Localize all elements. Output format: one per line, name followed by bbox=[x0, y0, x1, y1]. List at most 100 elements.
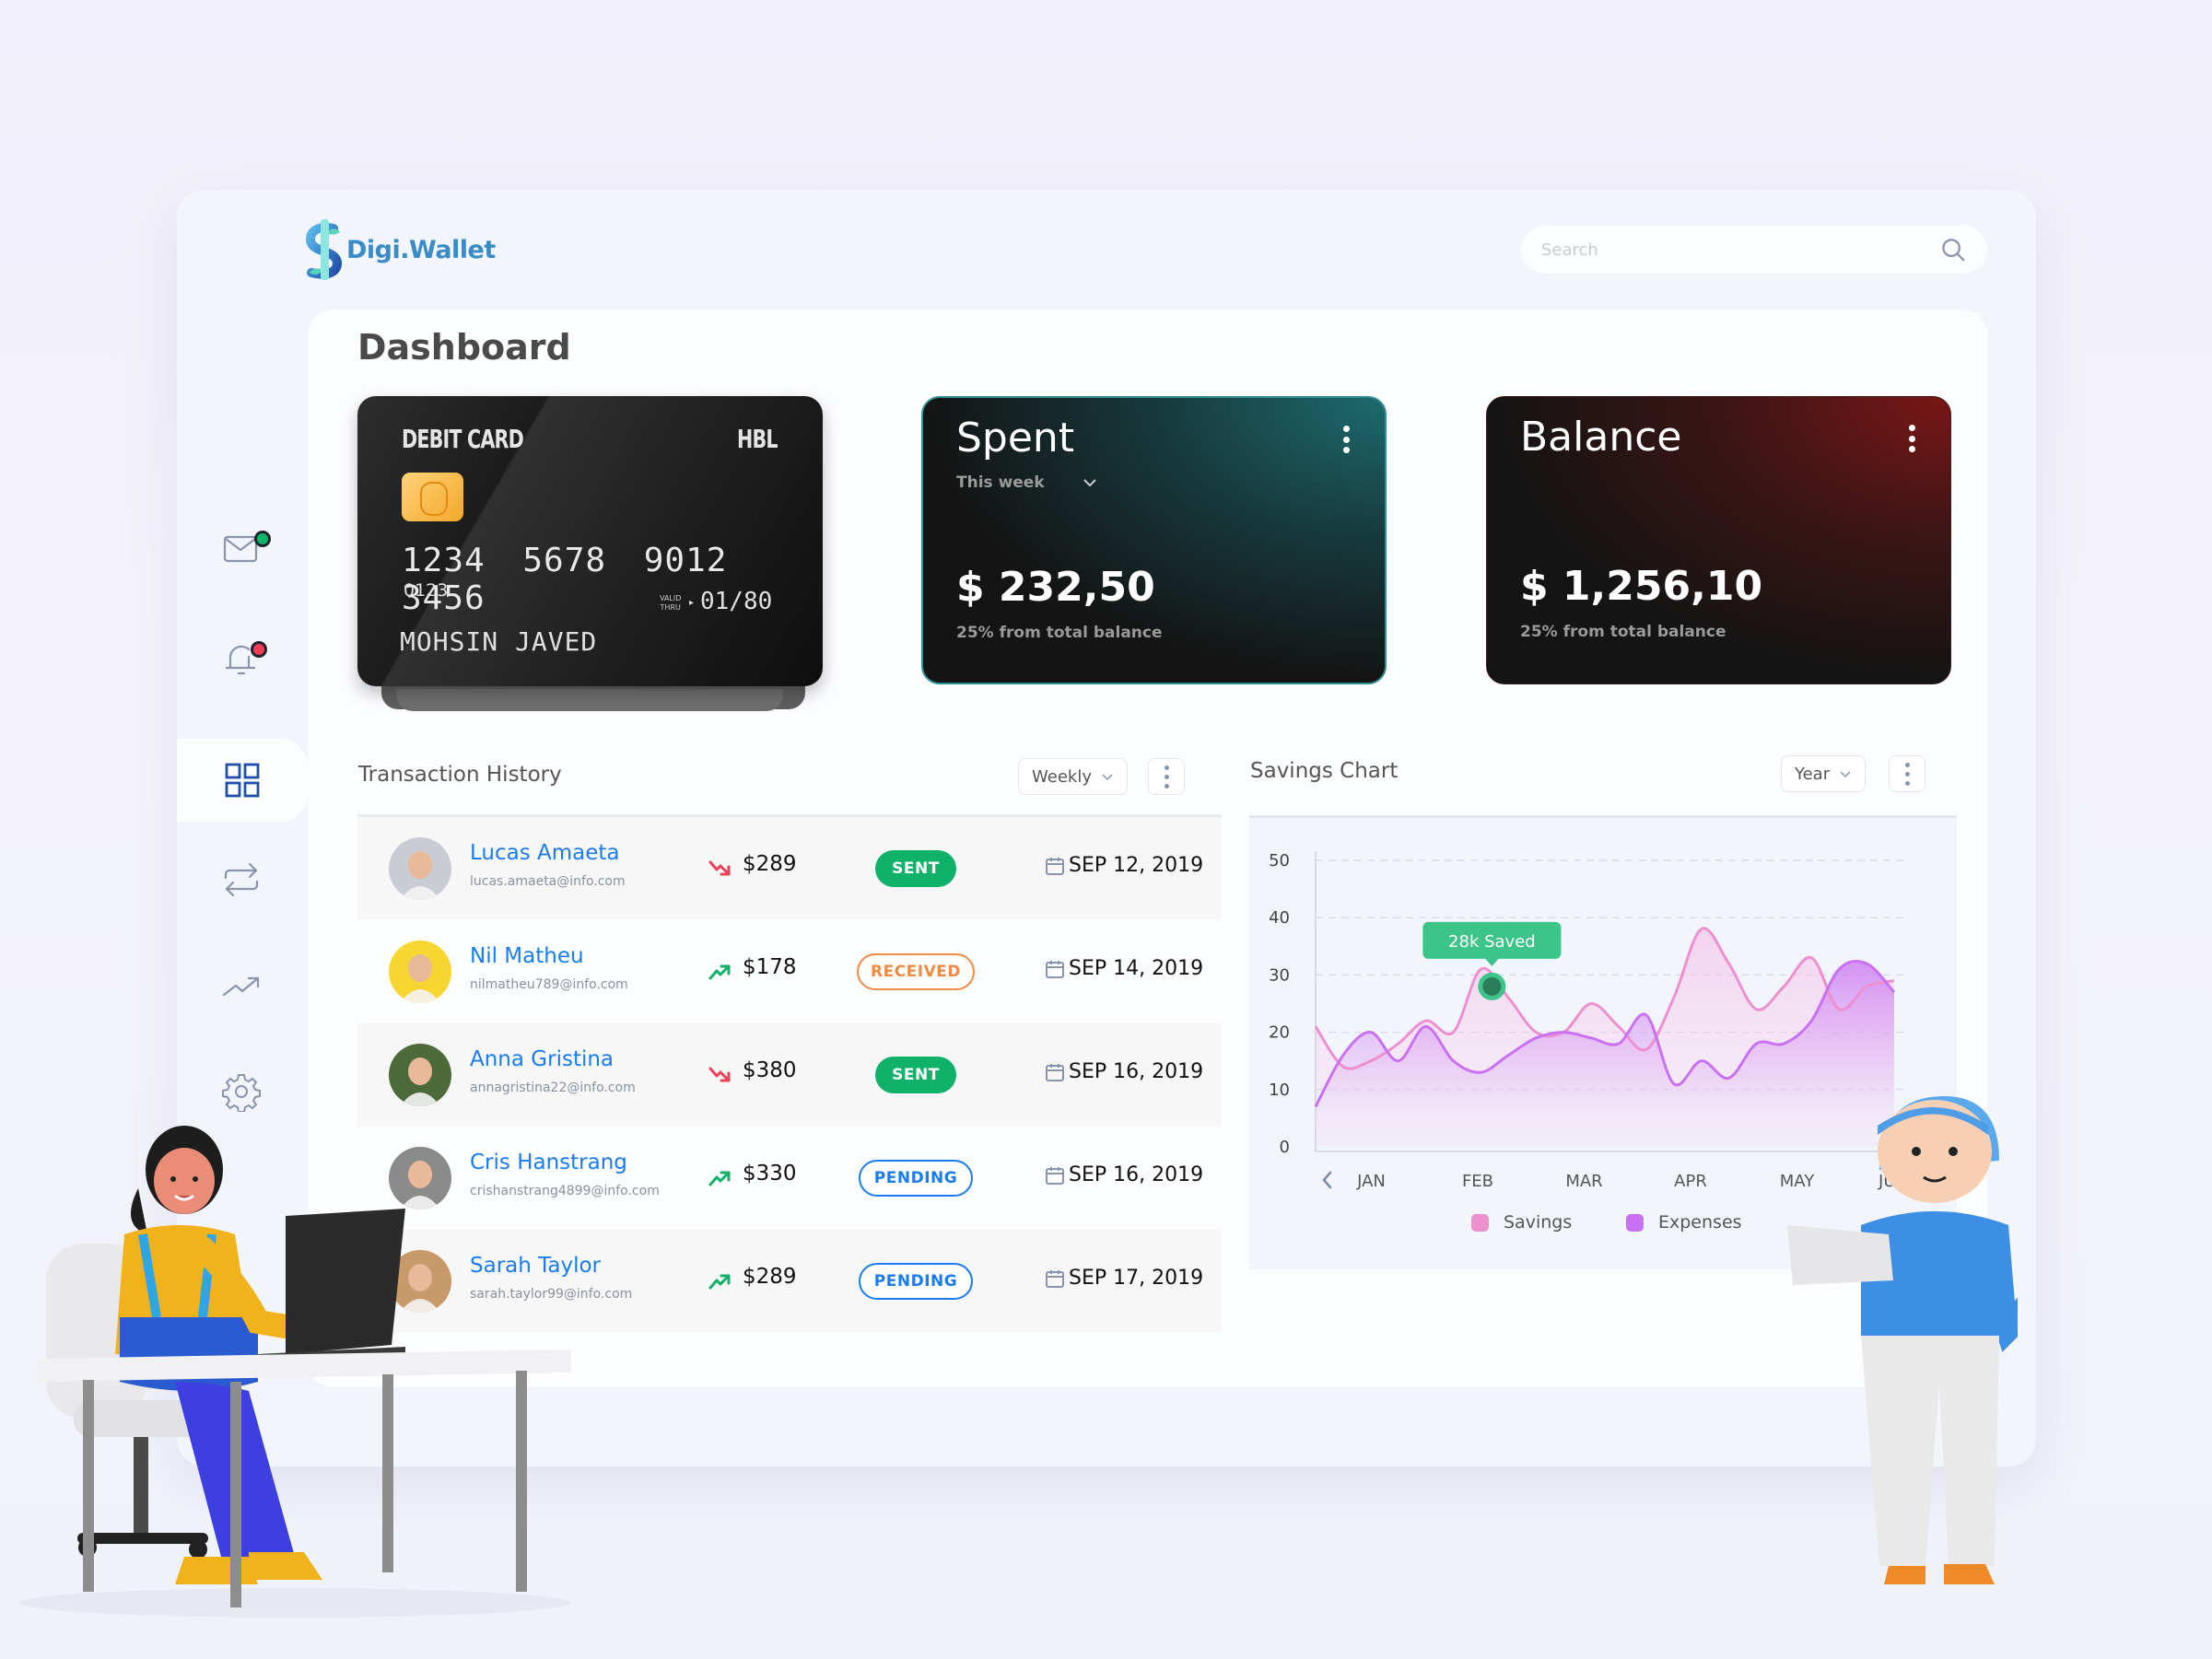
contact-name[interactable]: Anna Gristina bbox=[470, 1047, 614, 1071]
status-badge: SENT bbox=[875, 850, 956, 887]
balance-note: 25% from total balance bbox=[1520, 623, 1726, 641]
transfer-arrows-icon bbox=[224, 862, 259, 897]
x-tick-label: FEB bbox=[1462, 1172, 1493, 1191]
trend-up-icon bbox=[708, 1171, 731, 1186]
contact-name[interactable]: Lucas Amaeta bbox=[470, 841, 620, 865]
search-icon[interactable] bbox=[1939, 236, 1967, 263]
woman-at-desk-illustration bbox=[18, 1126, 571, 1618]
card-sub-number: 0123 bbox=[404, 580, 449, 601]
x-tick-label: JAN bbox=[1356, 1172, 1386, 1191]
contact-email: lucas.amaeta@info.com bbox=[470, 874, 626, 889]
transaction-amount: $289 bbox=[743, 1265, 797, 1289]
y-tick-label: 0 bbox=[1280, 1138, 1290, 1157]
messages-badge bbox=[254, 531, 271, 547]
trend-up-icon bbox=[708, 964, 731, 980]
legend-item-savings[interactable]: Savings bbox=[1471, 1212, 1572, 1233]
legend-label-expenses: Expenses bbox=[1658, 1212, 1742, 1233]
search-bar[interactable] bbox=[1521, 226, 1987, 274]
x-tick-label: MAR bbox=[1565, 1172, 1602, 1191]
avatar bbox=[389, 940, 451, 1003]
thru-label: THRU bbox=[660, 603, 681, 612]
app-name: Digi.Wallet bbox=[346, 235, 496, 264]
page-title: Dashboard bbox=[357, 327, 571, 368]
card-type-label: DEBIT CARD bbox=[402, 424, 524, 454]
contact-name[interactable]: Nil Matheu bbox=[470, 944, 584, 968]
savings-more-button[interactable] bbox=[1889, 755, 1925, 792]
status-badge: RECEIVED bbox=[857, 953, 975, 990]
card-stack-shadow bbox=[396, 689, 783, 711]
transaction-more-button[interactable] bbox=[1148, 758, 1185, 795]
transaction-date: SEP 12, 2019 bbox=[1045, 854, 1203, 877]
avatar bbox=[389, 837, 451, 900]
trend-down-icon bbox=[708, 860, 731, 876]
dollar-sign-logo-icon bbox=[306, 219, 343, 280]
calendar-icon bbox=[1046, 857, 1064, 875]
card-chip-icon bbox=[402, 473, 463, 521]
y-tick-label: 20 bbox=[1269, 1023, 1290, 1043]
balance-amount: $ 1,256,10 bbox=[1520, 563, 1763, 610]
balance-card: Balance $ 1,256,10 25% from total balanc… bbox=[1486, 396, 1951, 684]
transaction-date: SEP 16, 2019 bbox=[1045, 1060, 1203, 1083]
chevron-down-icon bbox=[1102, 774, 1113, 781]
transaction-date-text: SEP 16, 2019 bbox=[1069, 1163, 1204, 1186]
spent-note: 25% from total balance bbox=[956, 624, 1163, 642]
savings-period-select[interactable]: Year bbox=[1781, 755, 1867, 792]
tooltip-pointer bbox=[1484, 957, 1500, 966]
y-tick-label: 30 bbox=[1269, 965, 1290, 985]
savings-period-value: Year bbox=[1795, 764, 1831, 784]
contact-email: annagristina22@info.com bbox=[470, 1081, 636, 1095]
sidebar-item-dashboard[interactable] bbox=[177, 739, 308, 822]
man-holding-laptop-illustration bbox=[1787, 1096, 2018, 1584]
search-input[interactable] bbox=[1541, 240, 1939, 260]
y-tick-label: 40 bbox=[1269, 908, 1290, 928]
transaction-period-value: Weekly bbox=[1032, 766, 1092, 787]
status-badge: PENDING bbox=[859, 1160, 973, 1197]
avatar bbox=[389, 1044, 451, 1106]
debit-card[interactable]: DEBIT CARD HBL 1234 5678 9012 3456 0123 … bbox=[357, 396, 823, 686]
transaction-date-text: SEP 14, 2019 bbox=[1069, 957, 1204, 980]
trend-down-icon bbox=[708, 1067, 731, 1082]
valid-label: VALID bbox=[660, 594, 682, 602]
spent-amount: $ 232,50 bbox=[956, 564, 1155, 611]
balance-title: Balance bbox=[1520, 414, 1682, 461]
sidebar-item-messages[interactable] bbox=[177, 497, 306, 599]
transaction-period-select[interactable]: Weekly bbox=[1018, 758, 1128, 795]
y-tick-label: 50 bbox=[1269, 851, 1290, 870]
transaction-date-text: SEP 17, 2019 bbox=[1069, 1267, 1204, 1290]
table-row[interactable]: Lucas Amaeta lucas.amaeta@info.com $289 SEN… bbox=[357, 817, 1222, 920]
calendar-icon bbox=[1046, 1269, 1064, 1288]
spent-period-label: This week bbox=[956, 473, 1045, 492]
sidebar-item-transfers[interactable] bbox=[177, 829, 306, 930]
sidebar-item-notifications[interactable] bbox=[177, 608, 306, 709]
trend-up-icon bbox=[708, 1274, 731, 1290]
app-logo[interactable]: Digi.Wallet bbox=[306, 217, 496, 282]
status-badge: PENDING bbox=[859, 1263, 973, 1300]
spent-title: Spent bbox=[956, 415, 1075, 461]
chevron-left-icon[interactable] bbox=[1322, 1171, 1332, 1189]
card-holder-name: MOHSIN JAVED bbox=[400, 626, 598, 657]
transaction-amount: $289 bbox=[743, 852, 797, 876]
transaction-history-title: Transaction History bbox=[358, 763, 562, 787]
transaction-date: SEP 17, 2019 bbox=[1045, 1267, 1203, 1290]
calendar-icon bbox=[1046, 1063, 1064, 1081]
notifications-badge bbox=[251, 641, 267, 658]
contact-email: nilmatheu789@info.com bbox=[470, 977, 628, 992]
table-row[interactable]: Nil Matheu nilmatheu789@info.com $178 RECEI… bbox=[357, 920, 1222, 1023]
legend-item-expenses[interactable]: Expenses bbox=[1626, 1212, 1742, 1233]
chevron-down-icon bbox=[1083, 479, 1096, 487]
spent-period-select[interactable]: This week bbox=[956, 473, 1098, 492]
chevron-down-icon bbox=[1840, 771, 1851, 778]
spent-card: Spent This week $ 232,50 25% from total … bbox=[921, 396, 1387, 684]
sidebar-item-analytics[interactable] bbox=[177, 935, 306, 1036]
grid-icon bbox=[225, 763, 260, 798]
spent-more-button[interactable] bbox=[1340, 426, 1352, 453]
card-bank-label: HBL bbox=[737, 424, 778, 454]
tooltip-label: 28k Saved bbox=[1448, 932, 1536, 952]
transaction-amount: $330 bbox=[743, 1162, 797, 1186]
savings-chart-title: Savings Chart bbox=[1250, 759, 1399, 783]
balance-more-button[interactable] bbox=[1906, 425, 1917, 452]
card-expiry: 01/80 bbox=[700, 588, 773, 615]
triangle-right-icon: ▸ bbox=[689, 598, 695, 608]
calendar-icon bbox=[1046, 1166, 1064, 1185]
calendar-icon bbox=[1046, 960, 1064, 978]
